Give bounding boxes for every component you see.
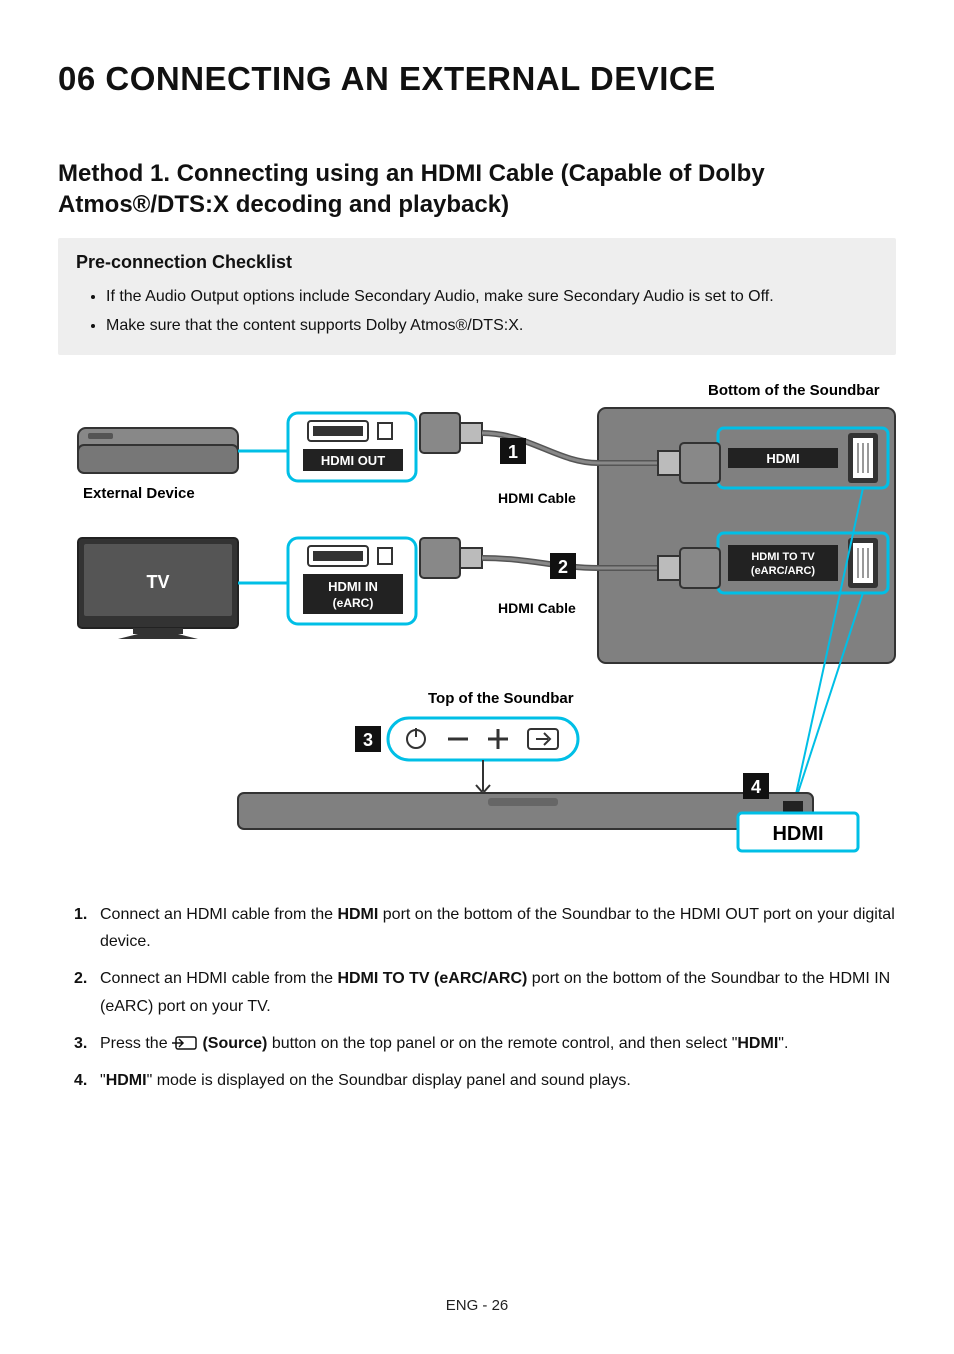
tv-label: TV: [146, 572, 169, 592]
step-text: Connect an HDMI cable from the: [100, 906, 337, 923]
checklist-list: If the Audio Output options include Seco…: [76, 283, 878, 341]
step-item: 1. Connect an HDMI cable from the HDMI p…: [80, 901, 896, 955]
step-bold: HDMI: [106, 1072, 147, 1089]
step-item: 4. "HDMI" mode is displayed on the Sound…: [80, 1067, 896, 1094]
step-text: Connect an HDMI cable from the: [100, 970, 337, 987]
page-title: 06 CONNECTING AN EXTERNAL DEVICE: [58, 60, 896, 98]
hdmi-cable-label: HDMI Cable: [498, 490, 576, 506]
step-number: 1.: [74, 901, 87, 928]
step-bold: (Source): [198, 1035, 267, 1052]
step-text: ".: [778, 1035, 788, 1052]
tv-icon: TV: [78, 538, 238, 639]
steps-list: 1. Connect an HDMI cable from the HDMI p…: [58, 901, 896, 1094]
method-title: Method 1. Connecting using an HDMI Cable…: [58, 158, 896, 220]
step-bold: HDMI TO TV (eARC/ARC): [337, 970, 527, 987]
step-4-badge: 4: [751, 777, 761, 797]
step-bold: HDMI: [737, 1035, 778, 1052]
hdmi-out-label: HDMI OUT: [321, 453, 385, 468]
checklist-box: Pre-connection Checklist If the Audio Ou…: [58, 238, 896, 355]
hdmi-cable-label: HDMI Cable: [498, 600, 576, 616]
step-text: " mode is displayed on the Soundbar disp…: [147, 1072, 631, 1089]
external-device-icon: [78, 428, 238, 473]
step-bold: HDMI: [337, 906, 378, 923]
hdmi-display-label: HDMI: [772, 823, 823, 845]
bottom-soundbar-label: Bottom of the Soundbar: [708, 382, 880, 399]
checklist-item: If the Audio Output options include Seco…: [106, 283, 878, 312]
page-footer: ENG - 26: [0, 1297, 954, 1314]
step-number: 4.: [74, 1067, 87, 1094]
step-item: 3. Press the (Source) button on the top …: [80, 1030, 896, 1057]
step-3-badge: 3: [363, 730, 373, 750]
step-2-badge: 2: [558, 557, 568, 577]
soundbar-hdmi-to-tv-label-1: HDMI TO TV: [751, 551, 815, 563]
checklist-heading: Pre-connection Checklist: [76, 252, 878, 273]
step-number: 3.: [74, 1030, 87, 1057]
hdmi-in-label-2: (eARC): [333, 596, 374, 610]
external-device-label: External Device: [83, 485, 195, 502]
top-soundbar-label: Top of the Soundbar: [428, 690, 574, 707]
step-number: 2.: [74, 965, 87, 992]
hdmi-in-label-1: HDMI IN: [328, 579, 378, 594]
connection-diagram: Bottom of the Soundbar HDMI HDMI TO TV (…: [58, 373, 896, 883]
source-icon: [172, 1036, 198, 1050]
checklist-item: Make sure that the content supports Dolb…: [106, 312, 878, 341]
soundbar-hdmi-to-tv-label-2: (eARC/ARC): [751, 565, 816, 577]
step-item: 2. Connect an HDMI cable from the HDMI T…: [80, 965, 896, 1019]
step-1-badge: 1: [508, 442, 518, 462]
step-text: Press the: [100, 1035, 172, 1052]
step-text: button on the top panel or on the remote…: [267, 1035, 737, 1052]
soundbar-hdmi-label: HDMI: [766, 451, 799, 466]
